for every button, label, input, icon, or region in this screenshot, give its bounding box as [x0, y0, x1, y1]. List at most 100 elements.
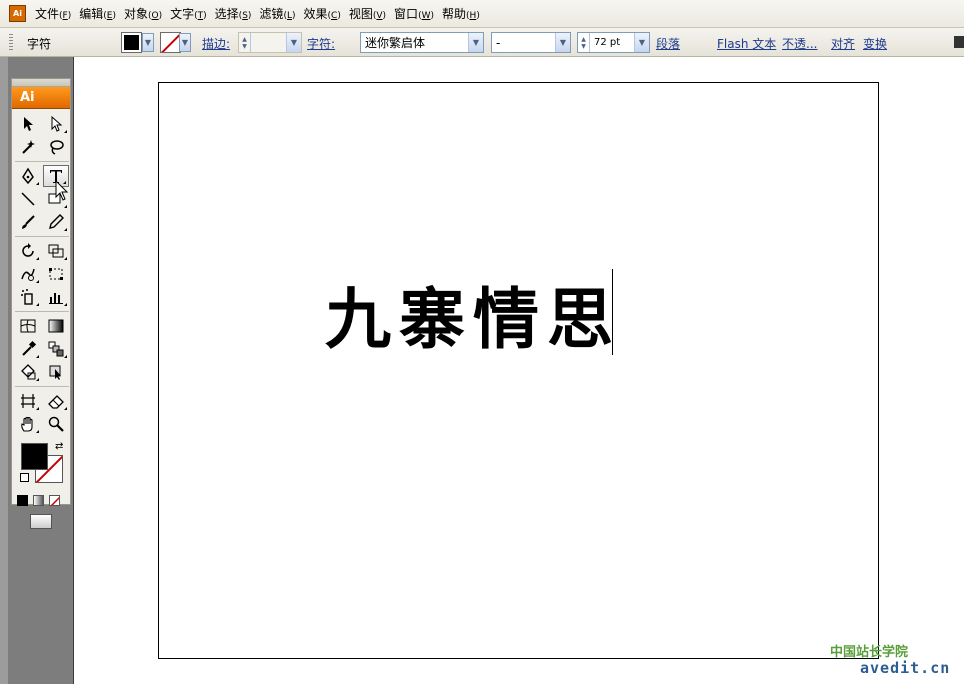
chevron-down-icon[interactable]: ▼ [468, 33, 483, 52]
fill-color-box[interactable] [21, 443, 48, 470]
hand-tool[interactable] [15, 413, 41, 435]
pencil-icon [49, 214, 64, 229]
pencil-tool[interactable] [43, 211, 69, 233]
rotate-tool[interactable] [15, 240, 41, 262]
fill-color-swatch[interactable] [121, 32, 142, 53]
direct-selection-tool[interactable] [43, 113, 69, 135]
font-size-combo[interactable]: ▲ ▼ 72 pt ▼ [577, 32, 650, 53]
stroke-color-swatch[interactable] [160, 32, 181, 53]
chevron-down-icon[interactable]: ▼ [634, 33, 649, 52]
tools-panel: Ai ⇄ [11, 78, 71, 529]
font-style-select[interactable]: - ▼ [491, 32, 571, 53]
live-paint-select-icon [49, 365, 61, 380]
paragraph-link[interactable]: 段落 [656, 35, 680, 52]
menu-effect[interactable]: 效果(C) [300, 5, 345, 22]
screen-mode-button[interactable] [30, 514, 52, 529]
magic-wand-tool[interactable] [15, 136, 41, 158]
color-mode-button[interactable] [17, 495, 28, 506]
opacity-link[interactable]: 不透... [782, 35, 817, 52]
mesh-icon [20, 319, 36, 333]
control-bar: 字符 ▼ ▼ 描边: ▲ ▼ ▼ 字符: 迷你繁启体 ▼ - ▼ ▲ ▼ 72 pt… [0, 28, 964, 57]
menu-help[interactable]: 帮助(H) [439, 5, 485, 22]
blend-tool[interactable] [43, 338, 69, 360]
flash-text-link[interactable]: Flash 文本 [717, 35, 776, 52]
mouse-cursor-icon [55, 180, 69, 201]
tools-panel-grip[interactable] [12, 79, 70, 87]
bar-graph-icon [49, 293, 63, 304]
left-dock-edge [0, 57, 8, 684]
scale-tool[interactable] [43, 240, 69, 262]
menu-object[interactable]: 对象(O) [121, 5, 167, 22]
mesh-tool[interactable] [15, 315, 41, 337]
warp-icon [21, 268, 35, 281]
default-colors-icon[interactable] [20, 473, 29, 482]
fill-dropdown-button[interactable]: ▼ [142, 33, 154, 52]
menu-type[interactable]: 文字(T) [167, 5, 212, 22]
control-bar-grip[interactable] [9, 34, 13, 51]
gradient-icon [48, 319, 64, 333]
arrow-cursor-icon [24, 117, 33, 131]
magic-wand-icon [22, 140, 35, 154]
menu-file[interactable]: 文件(F) [32, 5, 76, 22]
swap-colors-icon[interactable]: ⇄ [55, 441, 63, 452]
none-slash-icon [50, 496, 59, 505]
spray-can-icon [21, 289, 33, 305]
scale-icon [48, 244, 64, 258]
lasso-tool[interactable] [43, 136, 69, 158]
hollow-arrow-icon [51, 115, 63, 132]
blend-icon [48, 341, 64, 357]
menu-window[interactable]: 窗口(W) [391, 5, 439, 22]
lasso-icon [50, 140, 64, 155]
transform-link[interactable]: 变换 [863, 35, 887, 52]
fill-stroke-widget: ⇄ [15, 439, 67, 489]
font-size-spinner[interactable]: ▲ ▼ [578, 33, 590, 52]
menu-view[interactable]: 视图(V) [346, 5, 391, 22]
gradient-tool[interactable] [43, 315, 69, 337]
eyedropper-tool[interactable] [15, 338, 41, 360]
menu-filter[interactable]: 滤镜(L) [256, 5, 300, 22]
paint-bucket-icon [21, 364, 36, 380]
free-transform-tool[interactable] [43, 263, 69, 285]
control-mode-label: 字符 [27, 37, 52, 51]
character-link[interactable]: 字符: [307, 35, 335, 52]
line-icon [21, 192, 35, 206]
column-graph-tool[interactable] [43, 286, 69, 308]
watermark-url: avedit.cn [860, 659, 951, 677]
live-paint-selection-tool[interactable] [43, 361, 69, 383]
menu-edit[interactable]: 编辑(E) [76, 5, 121, 22]
canvas-text-object[interactable]: 九寨情思 [325, 266, 621, 362]
zoom-tool[interactable] [43, 413, 69, 435]
pen-tool[interactable] [15, 165, 41, 187]
menu-select[interactable]: 选择(S) [212, 5, 257, 22]
free-transform-icon [49, 268, 63, 280]
slice-tool[interactable] [15, 390, 41, 412]
symbol-sprayer-tool[interactable] [15, 286, 41, 308]
warp-tool[interactable] [15, 263, 41, 285]
stroke-weight-spinner[interactable]: ▲ ▼ [239, 33, 251, 52]
slice-knife-icon [21, 394, 35, 408]
eraser-icon [48, 395, 64, 409]
stroke-dropdown-button[interactable]: ▼ [179, 33, 191, 52]
stroke-link[interactable]: 描边: [202, 35, 230, 52]
gradient-mode-button[interactable] [33, 495, 44, 506]
artboard[interactable] [158, 82, 879, 659]
color-mode-row [12, 493, 70, 508]
paintbrush-icon [22, 215, 35, 229]
chevron-down-icon[interactable]: ▼ [286, 33, 301, 52]
align-link[interactable]: 对齐 [831, 35, 855, 52]
line-segment-tool[interactable] [15, 188, 41, 210]
menu-bar: Ai 文件(F) 编辑(E) 对象(O) 文字(T) 选择(S) 滤镜(L) 效… [0, 0, 964, 28]
bridge-icon[interactable] [954, 36, 964, 48]
paintbrush-tool[interactable] [15, 211, 41, 233]
font-family-select[interactable]: 迷你繁启体 ▼ [360, 32, 484, 53]
chevron-down-icon[interactable]: ▼ [555, 33, 570, 52]
magnifier-icon [48, 416, 64, 432]
illustrator-app-icon[interactable]: Ai [9, 5, 26, 22]
stroke-weight-combo[interactable]: ▲ ▼ ▼ [238, 32, 302, 53]
eraser-tool[interactable] [43, 390, 69, 412]
none-mode-button[interactable] [49, 495, 60, 506]
selection-tool[interactable] [15, 113, 41, 135]
hand-icon [21, 416, 33, 432]
ai-logo: Ai [12, 87, 70, 109]
live-paint-bucket-tool[interactable] [15, 361, 41, 383]
